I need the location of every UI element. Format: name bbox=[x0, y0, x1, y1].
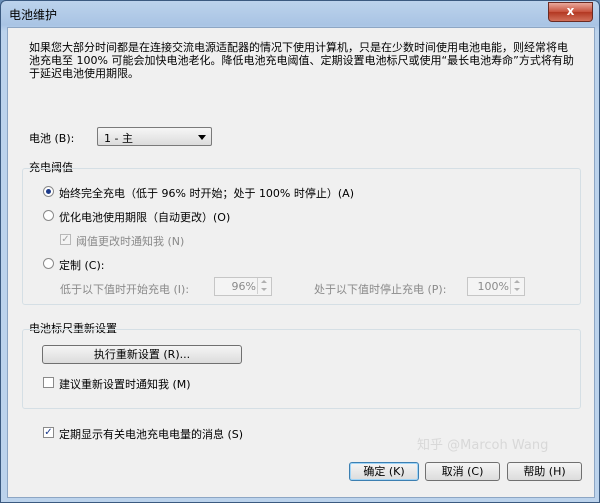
notify-threshold-label: 阈值更改时通知我 (N) bbox=[76, 235, 185, 248]
run-reset-button[interactable]: 执行重新设置 (R)... bbox=[42, 345, 242, 364]
watermark-text: 知乎 @Marcoh Wang bbox=[417, 438, 549, 453]
start-charge-value: 96% bbox=[231, 280, 256, 293]
intro-text: 如果您大部分时间都是在连接交流电源适配器的情况下使用计算机，只是在少数时间使用电… bbox=[29, 41, 574, 80]
radio-full-charge-label[interactable]: 始终完全充电（低于 96% 时开始；处于 100% 时停止）(A) bbox=[59, 185, 354, 201]
radio-custom[interactable] bbox=[43, 258, 54, 269]
suggest-reset-checkbox[interactable] bbox=[43, 377, 54, 388]
battery-label: 电池 (B): bbox=[29, 132, 75, 145]
help-button[interactable]: 帮助 (H) bbox=[507, 462, 582, 481]
stop-charge-value: 100% bbox=[477, 280, 509, 293]
chevron-down-icon bbox=[198, 135, 206, 140]
radio-full-charge[interactable] bbox=[43, 186, 54, 197]
battery-select-value: 1 - 主 bbox=[104, 132, 133, 145]
title-bar: 电池维护 x bbox=[1, 1, 599, 29]
start-charge-spinner[interactable]: 96% bbox=[214, 277, 272, 296]
suggest-reset-label[interactable]: 建议重新设置时通知我 (M) bbox=[59, 376, 191, 392]
spin-down-icon[interactable] bbox=[510, 286, 524, 294]
gauge-group bbox=[22, 329, 581, 409]
radio-optimize[interactable] bbox=[43, 210, 54, 221]
periodic-message-checkbox[interactable]: ✓ bbox=[43, 427, 54, 438]
stop-charge-label: 处于以下值时停止充电 (P): bbox=[314, 283, 447, 296]
cancel-button[interactable]: 取消 (C) bbox=[425, 462, 500, 481]
notify-threshold-checkbox[interactable]: ✓ bbox=[60, 234, 71, 245]
ok-button[interactable]: 确定 (K) bbox=[349, 462, 419, 481]
spin-up-icon[interactable] bbox=[257, 278, 271, 286]
start-charge-label: 低于以下值时开始充电 (I): bbox=[60, 283, 190, 296]
stop-charge-spinner[interactable]: 100% bbox=[467, 277, 525, 296]
radio-optimize-label[interactable]: 优化电池使用期限（自动更改）(O) bbox=[59, 209, 230, 225]
radio-custom-label[interactable]: 定制 (C): bbox=[59, 257, 104, 273]
close-button[interactable]: x bbox=[548, 2, 593, 22]
window-title: 电池维护 bbox=[9, 8, 58, 22]
spin-down-icon[interactable] bbox=[257, 286, 271, 294]
dialog-body: 如果您大部分时间都是在连接交流电源适配器的情况下使用计算机，只是在少数时间使用电… bbox=[7, 27, 595, 498]
battery-select[interactable]: 1 - 主 bbox=[97, 127, 212, 146]
battery-maintenance-window: 电池维护 x 如果您大部分时间都是在连接交流电源适配器的情况下使用计算机，只是在… bbox=[0, 0, 600, 503]
periodic-message-label[interactable]: 定期显示有关电池充电电量的消息 (S) bbox=[59, 426, 243, 442]
spin-up-icon[interactable] bbox=[510, 278, 524, 286]
